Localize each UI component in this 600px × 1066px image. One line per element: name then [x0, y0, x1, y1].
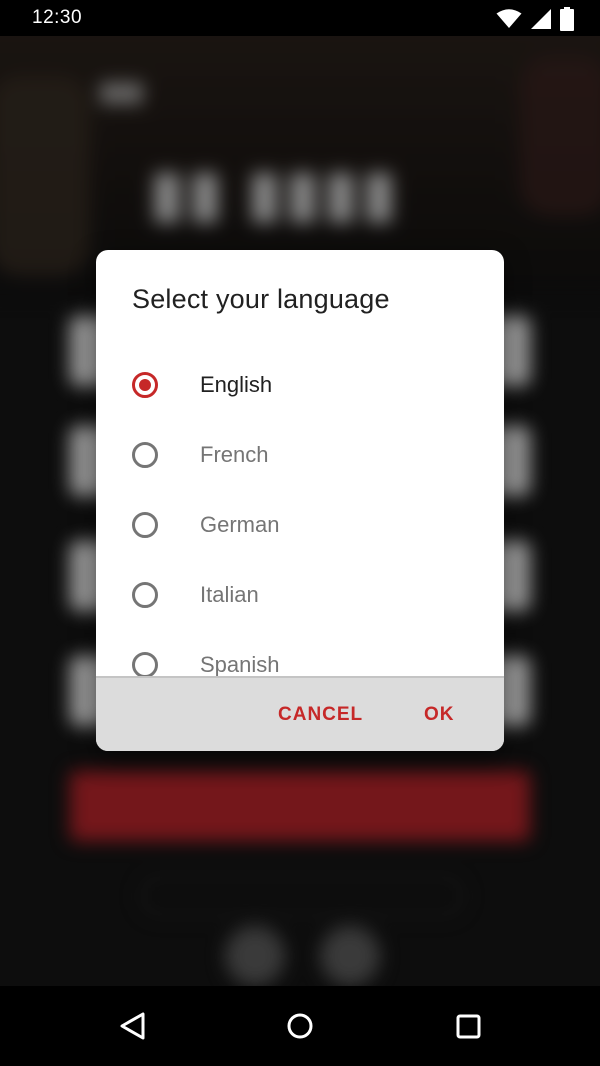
- radio-checked-icon[interactable]: [132, 372, 158, 398]
- dialog-title: Select your language: [132, 284, 390, 314]
- wifi-icon: [496, 9, 522, 34]
- option-label: English: [200, 372, 273, 397]
- language-option-italian[interactable]: Italian: [96, 560, 504, 630]
- option-label: Spanish: [200, 652, 280, 676]
- radio-unchecked-icon[interactable]: [132, 512, 158, 538]
- navigation-bar: [0, 986, 600, 1066]
- home-icon[interactable]: [282, 1008, 318, 1044]
- language-option-german[interactable]: German: [96, 490, 504, 560]
- status-icons: [496, 7, 574, 36]
- dialog-actions: CANCEL OK: [96, 676, 504, 751]
- radio-unchecked-icon[interactable]: [132, 652, 158, 676]
- language-option-english[interactable]: English: [96, 350, 504, 420]
- phone-screen: 12:30 ▮▮▮ ▮▮ ▮▮▮▮ Select your language E…: [0, 0, 600, 1066]
- language-option-list[interactable]: English French German Italian Spanish: [96, 350, 504, 676]
- status-bar: 12:30: [0, 0, 600, 36]
- language-option-spanish[interactable]: Spanish: [96, 630, 504, 676]
- back-icon[interactable]: [116, 1008, 152, 1044]
- radio-unchecked-icon[interactable]: [132, 442, 158, 468]
- option-label: Italian: [200, 582, 259, 607]
- option-label: French: [200, 442, 269, 467]
- cancel-button[interactable]: CANCEL: [278, 704, 363, 726]
- status-time: 12:30: [32, 7, 83, 28]
- battery-icon: [560, 7, 574, 36]
- cellular-signal-icon: [530, 8, 552, 35]
- language-option-french[interactable]: French: [96, 420, 504, 490]
- recents-icon[interactable]: [450, 1008, 486, 1044]
- radio-unchecked-icon[interactable]: [132, 582, 158, 608]
- option-label: German: [200, 512, 280, 537]
- ok-button[interactable]: OK: [424, 704, 455, 726]
- language-dialog: Select your language English French Germ…: [96, 250, 504, 751]
